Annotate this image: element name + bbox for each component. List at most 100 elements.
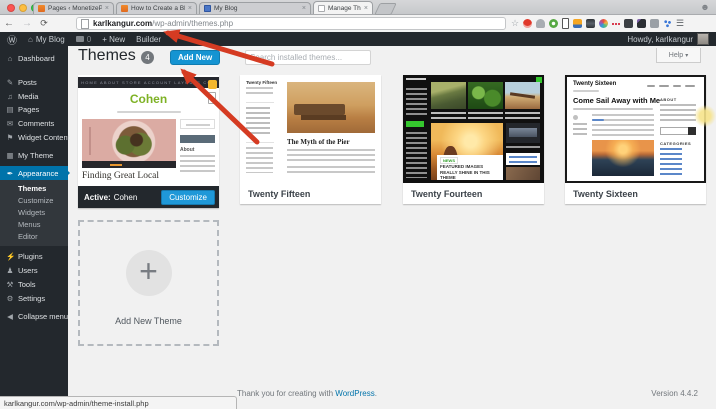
link-placeholder	[592, 119, 604, 121]
account-menu[interactable]: Howdy, karlkangur	[627, 33, 709, 45]
url-host: karlkangur.com	[93, 19, 153, 28]
tab-close-icon[interactable]: ×	[188, 5, 192, 12]
red-dots-extension-icon[interactable]	[612, 22, 614, 25]
sidebar-item-comments[interactable]: ✉ Comments	[0, 117, 68, 130]
sidebar-item-collapse-menu[interactable]: ◀ Collapse menu	[0, 310, 68, 323]
home-icon: ⌂	[28, 34, 33, 44]
page-frame: Twenty Sixteen Come Sail Away with Me AB…	[567, 77, 704, 181]
browser-window: Pages ‹ MonetizePros — W × How to Create…	[0, 0, 716, 409]
submenu-item-menus[interactable]: Menus	[18, 219, 68, 231]
search-input[interactable]	[245, 50, 371, 65]
theme-card-twenty-sixteen[interactable]: Twenty Sixteen Come Sail Away with Me AB…	[565, 75, 706, 204]
minimize-window-button[interactable]	[19, 4, 27, 12]
submenu-item-editor[interactable]: Editor	[18, 231, 68, 243]
sidebar-item-users[interactable]: ♟ Users	[0, 264, 68, 277]
text-placeholder	[246, 87, 273, 95]
sidebar-item-pages[interactable]: ▤ Pages	[0, 103, 68, 116]
theme-card-twenty-fourteen[interactable]: NEWS FEATURED IMAGES REALLY SHINE IN THI…	[403, 75, 544, 204]
sidebar-green-button	[406, 121, 424, 127]
avatar	[697, 33, 709, 45]
tab-close-icon[interactable]: ×	[364, 5, 368, 12]
green-extension-icon[interactable]	[549, 19, 558, 28]
screenshot-extension-icon[interactable]	[637, 19, 646, 28]
theme-preview-cohen: HOME ABOUT STORE ACCOUNT LAYOUTS CON Coh…	[78, 75, 219, 186]
text-placeholder	[246, 147, 273, 173]
nav-placeholder	[659, 85, 669, 87]
add-new-theme-card[interactable]: Add New Theme	[78, 220, 219, 346]
browser-tab-3[interactable]: My Blog ×	[199, 2, 311, 14]
sidebar-item-label: Plugins	[18, 252, 43, 261]
media-icon: ♫	[7, 92, 13, 101]
site-menu[interactable]: ⌂ My Blog	[28, 35, 65, 44]
dark-square-extension-icon[interactable]	[624, 19, 633, 28]
sidebar-item-settings[interactable]: ⚙ Settings	[0, 292, 68, 305]
cart-widget	[180, 119, 215, 129]
sidebar-item-label: Tools	[18, 280, 36, 289]
sidebar-item-label: Dashboard	[18, 54, 55, 63]
sidebar-item-dashboard[interactable]: ⌂ Dashboard	[0, 52, 68, 65]
reload-icon[interactable]: ⟳	[36, 18, 52, 29]
sidebar-item-my-theme[interactable]: ▦ My Theme	[0, 149, 68, 162]
text-placeholder	[573, 108, 653, 110]
phone-extension-icon[interactable]	[562, 18, 569, 29]
theme-card-twenty-fifteen[interactable]: Twenty Fifteen The Myth of the Pier Twen…	[240, 75, 381, 204]
submenu-item-customize[interactable]: Customize	[18, 195, 68, 207]
tab-strip: Pages ‹ MonetizePros — W × How to Create…	[0, 0, 716, 15]
theme-name: Twenty Fourteen	[403, 183, 544, 204]
sidebar-item-label: Appearance	[18, 168, 59, 178]
plus-icon	[125, 250, 172, 296]
submenu-item-widgets[interactable]: Widgets	[18, 207, 68, 219]
colorwheel-extension-icon[interactable]	[599, 19, 608, 28]
adblock-extension-icon[interactable]	[523, 19, 532, 28]
browser-tab-active[interactable]: Manage Themes ‹ My Blog ×	[313, 1, 373, 14]
chrome-menu-icon[interactable]: ☰	[676, 19, 684, 28]
wp-logo-menu[interactable]: Ⓦ	[7, 32, 17, 47]
cohen-nav: HOME ABOUT STORE ACCOUNT LAYOUTS CON	[78, 77, 219, 88]
new-content-menu[interactable]: + New	[102, 35, 125, 44]
sidebar-item-label: Widget Content	[18, 133, 70, 142]
close-window-button[interactable]	[7, 4, 15, 12]
comments-shortcut[interactable]: 0	[75, 35, 91, 44]
category-badge: NEWS	[440, 157, 458, 164]
sidebar-item-widget-content[interactable]: ⚑ Widget Content	[0, 131, 70, 144]
builder-label: Builder	[136, 34, 162, 44]
sidebar-item-appearance[interactable]: ✒ Appearance	[0, 166, 70, 180]
cart-icon	[208, 80, 217, 89]
blue-dots-extension-icon[interactable]	[663, 19, 672, 28]
mobile-preview-icon	[208, 92, 216, 104]
browser-tab-2[interactable]: How to Create a Blog and ×	[116, 2, 197, 14]
browser-tab-1[interactable]: Pages ‹ MonetizePros — W ×	[33, 2, 114, 14]
theme-card-cohen[interactable]: HOME ABOUT STORE ACCOUNT LAYOUTS CON Coh…	[78, 75, 219, 208]
tab-title: My Blog	[214, 5, 238, 12]
page-favicon	[318, 4, 325, 12]
submenu-item-themes[interactable]: Themes	[18, 183, 68, 195]
tab-close-icon[interactable]: ×	[302, 5, 306, 12]
profile-icon[interactable]: ☻	[700, 2, 710, 12]
tab-close-icon[interactable]: ×	[105, 5, 109, 12]
sidebar-item-media[interactable]: ♫ Media	[0, 90, 68, 103]
sidebar-item-label: Comments	[18, 119, 55, 128]
sidebar-item-plugins[interactable]: ⚡ Plugins	[0, 250, 68, 263]
new-tab-button[interactable]	[374, 3, 397, 15]
wordpress-link[interactable]: WordPress	[335, 389, 374, 398]
post-headline: Come Sail Away with Me	[573, 96, 661, 105]
nav-placeholder	[685, 85, 695, 87]
dark-extension-icon[interactable]	[586, 19, 595, 28]
tab-title: Manage Themes ‹ My Blog	[328, 4, 361, 12]
cast-extension-icon[interactable]	[650, 19, 659, 28]
orange-extension-icon[interactable]	[573, 19, 582, 28]
help-button[interactable]: Help	[656, 48, 701, 63]
admin-footer: Thank you for creating with WordPress.	[237, 389, 377, 398]
extension-icons: ☰	[523, 18, 684, 29]
sidebar-item-tools[interactable]: ⚒ Tools	[0, 278, 68, 291]
builder-menu[interactable]: Builder	[136, 35, 161, 44]
sidebar-item-posts[interactable]: ✎ Posts	[0, 76, 68, 89]
bookmark-star-icon[interactable]: ☆	[511, 18, 519, 29]
back-icon[interactable]: ←	[0, 18, 18, 29]
text-placeholder	[506, 146, 540, 151]
customize-button[interactable]: Customize	[161, 189, 215, 205]
add-new-button[interactable]: Add New	[170, 50, 221, 65]
hand-extension-icon[interactable]	[536, 19, 545, 28]
forward-icon[interactable]: →	[18, 18, 36, 29]
address-bar[interactable]: karlkangur.com/wp-admin/themes.php	[76, 17, 506, 30]
